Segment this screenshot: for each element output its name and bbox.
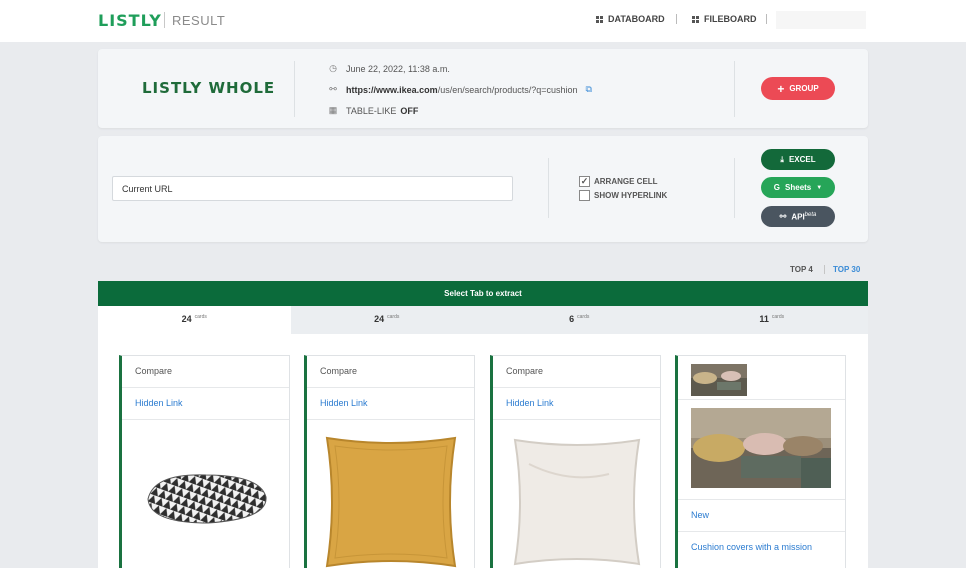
show-hyperlink-checkbox[interactable] — [579, 190, 590, 201]
summary-panel: LISTLY WHOLE ◷ June 22, 2022, 11:38 a.m.… — [98, 49, 868, 128]
cards-area: Compare Hidden Link Compare Hidden Link — [98, 334, 868, 568]
grid-icon — [596, 15, 603, 23]
card-compare: Compare — [493, 356, 660, 388]
tab-1[interactable]: 24 cards — [98, 306, 291, 334]
show-hyperlink-label: SHOW HYPERLINK — [594, 191, 668, 200]
page-title: RESULT — [172, 13, 226, 28]
sheets-button-label: Sheets — [785, 183, 812, 192]
google-icon: G — [773, 183, 781, 192]
card-compare: Compare — [122, 356, 289, 388]
result-card: Compare Hidden Link — [119, 355, 290, 568]
tab-count: 11 — [759, 314, 769, 324]
group-button-label: GROUP — [789, 84, 819, 93]
tab-unit: cards — [194, 314, 207, 320]
source-url[interactable]: https://www.ikea.com/us/en/search/produc… — [346, 85, 578, 95]
nav-databoard[interactable]: DATABOARD — [596, 14, 665, 24]
tab-list: 24 cards 24 cards 6 cards 11 cards — [98, 306, 868, 334]
card-hidden-link[interactable]: Hidden Link — [493, 388, 660, 420]
nav-fileboard-label: FILEBOARD — [704, 14, 757, 24]
api-button[interactable]: ⚯ APIbeta — [761, 206, 835, 227]
panel-divider — [294, 61, 295, 117]
nav-divider — [766, 14, 767, 24]
sheets-button[interactable]: G Sheets ▼ — [761, 177, 835, 198]
brand-logo[interactable]: LISTLY — [98, 11, 162, 30]
caret-down-icon: ▼ — [816, 184, 823, 191]
card-compare: Compare — [307, 356, 474, 388]
url-field[interactable]: Current URL — [112, 176, 513, 201]
card-hidden-link[interactable]: Hidden Link — [122, 388, 289, 420]
product-image-yellow-cushion[interactable] — [307, 422, 474, 568]
table-icon: ▦ — [328, 105, 338, 115]
arrange-cell-label: ARRANGE CELL — [594, 177, 658, 186]
tab-4[interactable]: 11 cards — [675, 306, 868, 334]
bedroom-photo[interactable] — [691, 408, 831, 488]
tab-count: 6 — [569, 314, 575, 324]
arrange-cell-option[interactable]: ✓ ARRANGE CELL — [579, 176, 658, 187]
api-label-text: API — [791, 212, 805, 222]
result-card: New Cushion covers with a mission — [675, 355, 846, 568]
date-row: ◷ June 22, 2022, 11:38 a.m. — [328, 63, 450, 74]
nav-databoard-label: DATABOARD — [608, 14, 665, 24]
table-like-row: ▦ TABLE-LIKE OFF — [328, 105, 419, 116]
arrange-cell-checkbox[interactable]: ✓ — [579, 176, 590, 187]
product-image-patterned-cushion[interactable] — [122, 422, 289, 568]
tab-unit: cards — [387, 314, 400, 320]
extraction-date: June 22, 2022, 11:38 a.m. — [346, 63, 450, 74]
select-tab-banner: Select Tab to extract — [98, 281, 868, 306]
url-row: ⚯ https://www.ikea.com/us/en/search/prod… — [328, 84, 592, 95]
grid-icon — [692, 15, 699, 23]
panel-divider — [734, 158, 735, 218]
tab-unit: cards — [771, 314, 785, 320]
top30-link[interactable]: TOP 30 — [833, 265, 860, 274]
card-title-link[interactable]: Cushion covers with a mission — [678, 532, 845, 564]
excel-button[interactable]: ⤓ EXCEL — [761, 149, 835, 170]
panel-divider — [734, 61, 735, 117]
source-url-domain: https://www.ikea.com — [346, 84, 438, 95]
tab-3[interactable]: 6 cards — [483, 306, 676, 334]
clock-icon: ◷ — [329, 63, 337, 73]
card-photo-row — [678, 400, 845, 500]
link-icon: ⚯ — [779, 212, 787, 221]
table-like-label: TABLE-LIKE — [346, 105, 397, 116]
source-url-path: /us/en/search/products/?q=cushion — [437, 84, 578, 95]
tab-unit: cards — [577, 314, 590, 320]
tab-count: 24 — [181, 314, 192, 324]
result-card: Compare Hidden Link — [304, 355, 475, 568]
group-button[interactable]: + GROUP — [761, 77, 835, 100]
api-beta-badge: beta — [804, 211, 817, 218]
top4-link[interactable]: TOP 4 — [790, 265, 813, 274]
product-image-white-cushion[interactable] — [493, 422, 660, 568]
download-icon: ⤓ — [780, 154, 784, 164]
tab-2[interactable]: 24 cards — [290, 306, 483, 334]
card-thumbnail-row — [678, 356, 845, 400]
result-card: Compare Hidden Link — [490, 355, 661, 568]
account-area[interactable] — [776, 11, 866, 29]
nav-fileboard[interactable]: FILEBOARD — [692, 14, 757, 24]
excel-button-label: EXCEL — [788, 155, 816, 164]
bedroom-thumbnail[interactable] — [691, 364, 747, 396]
top-navbar: LISTLY RESULT DATABOARD FILEBOARD — [0, 0, 966, 42]
extraction-title: LISTLY WHOLE — [142, 79, 276, 97]
show-hyperlink-option[interactable]: SHOW HYPERLINK — [579, 190, 667, 201]
external-link-icon[interactable]: ⧉ — [586, 84, 592, 95]
brand-divider — [164, 12, 165, 28]
plus-icon: + — [777, 81, 785, 96]
panel-divider — [548, 158, 549, 218]
card-new-link[interactable]: New — [678, 500, 845, 532]
link-icon: ⚯ — [329, 84, 337, 94]
table-like-value: OFF — [400, 105, 419, 116]
tab-count: 24 — [374, 314, 385, 324]
top-links-divider — [824, 265, 825, 274]
nav-divider — [676, 14, 677, 24]
card-hidden-link[interactable]: Hidden Link — [307, 388, 474, 420]
export-panel: Current URL ✓ ARRANGE CELL SHOW HYPERLIN… — [98, 136, 868, 242]
api-button-label: APIbeta — [791, 212, 816, 222]
